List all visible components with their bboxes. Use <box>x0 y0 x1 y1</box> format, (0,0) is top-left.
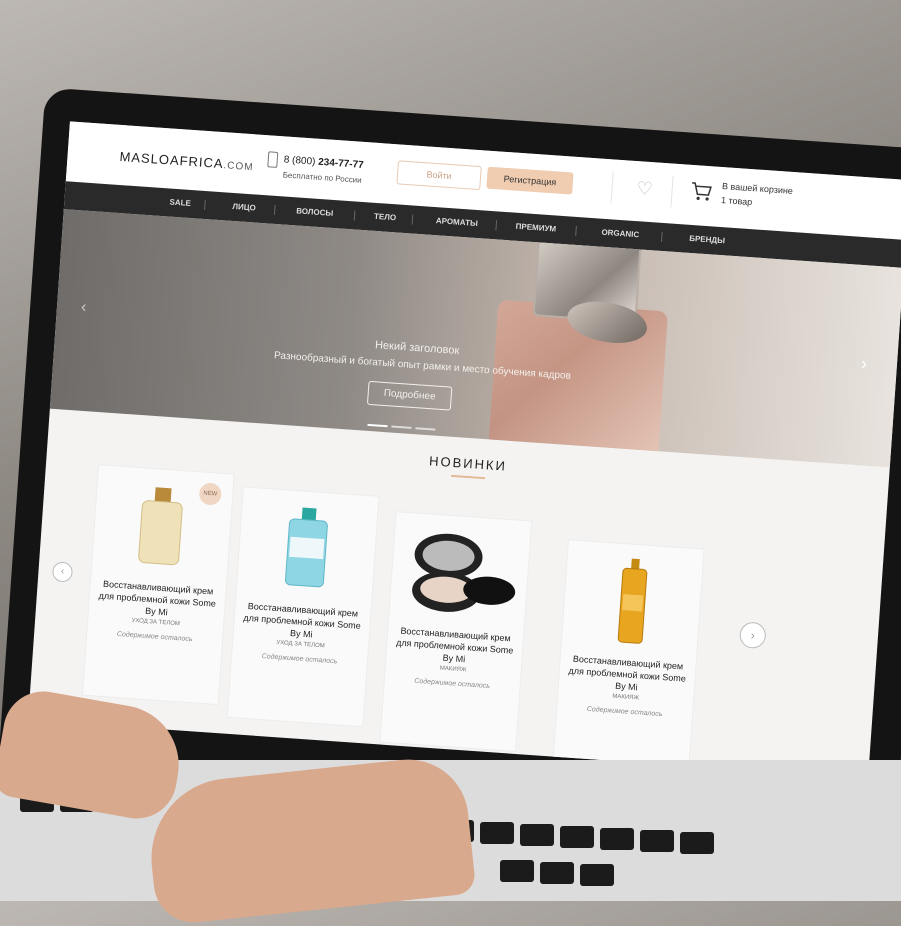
carousel-next-button[interactable]: › <box>738 621 767 650</box>
product-card[interactable]: NEW Восстанавливающий крем для проблемно… <box>81 464 235 706</box>
keyboard-key <box>480 822 514 844</box>
browser-screen: MASLOAFRICA.COM 8 (800) 234-77-77 Беспла… <box>28 121 901 779</box>
keyboard-key <box>520 824 554 846</box>
hero-dot[interactable] <box>391 425 412 429</box>
product-name[interactable]: Восстанавливающий крем для проблемной ко… <box>565 652 690 696</box>
nav-item-premium[interactable]: ПРЕМИУМ <box>515 213 557 244</box>
product-stock: Содержимое осталось <box>116 630 193 644</box>
hero-perfume-image <box>488 230 673 462</box>
product-stock: Содержимое осталось <box>414 677 491 691</box>
product-card[interactable]: Восстанавливающий крем для проблемной ко… <box>379 511 533 753</box>
cart-label[interactable]: В вашей корзине <box>722 181 794 196</box>
hero-dot[interactable] <box>367 423 388 428</box>
site-logo[interactable]: MASLOAFRICA.COM <box>119 149 254 173</box>
keyboard-key <box>680 832 714 854</box>
product-name[interactable]: Восстанавливающий крем для проблемной ко… <box>392 624 517 668</box>
register-button[interactable]: Регистрация <box>486 166 574 195</box>
nav-separator <box>204 199 206 211</box>
nav-separator <box>411 214 414 225</box>
nav-separator <box>353 210 356 221</box>
hero-more-button[interactable]: Подробнее <box>366 380 453 411</box>
login-button[interactable]: Войти <box>396 160 482 191</box>
hero-pagination <box>367 413 440 436</box>
keyboard-key <box>500 860 534 882</box>
hero-dot[interactable] <box>415 427 436 431</box>
nav-separator <box>575 225 577 236</box>
nav-item-face[interactable]: ЛИЦО <box>231 193 256 223</box>
product-stock: Содержимое осталось <box>261 653 338 666</box>
keyboard-key <box>600 828 634 850</box>
phone-number[interactable]: 8 (800) 234-77-77 <box>283 154 364 171</box>
logo-suffix: .COM <box>223 160 254 174</box>
product-stock: Содержимое осталось <box>586 705 663 719</box>
nav-separator <box>495 220 498 231</box>
logo-main: MASLOAFRICA <box>119 148 225 172</box>
phone-digits: 234-77-77 <box>317 156 365 171</box>
header-divider <box>610 171 614 204</box>
hero-next-arrow-icon[interactable]: › <box>860 353 867 374</box>
section-title-underline <box>451 474 486 480</box>
keyboard-key <box>640 830 674 852</box>
product-image-compact-powder <box>412 533 516 612</box>
keyboard-key <box>540 862 574 884</box>
nav-item-brands[interactable]: БРЕНДЫ <box>688 225 726 255</box>
product-image-gold-bottle <box>617 558 648 644</box>
keyboard-key <box>580 864 614 886</box>
nav-item-body[interactable]: ТЕЛО <box>373 203 397 232</box>
phone-prefix: 8 (800) <box>283 154 319 168</box>
carousel-prev-button[interactable]: ‹ <box>51 561 74 583</box>
nav-separator <box>660 231 663 242</box>
phone-icon <box>267 151 279 168</box>
product-name[interactable]: Восстанавливающий крем для проблемной ко… <box>95 577 220 621</box>
nav-separator <box>273 204 276 215</box>
header-divider <box>670 175 674 208</box>
product-name[interactable]: Восстанавливающий крем для проблемной ко… <box>240 600 365 644</box>
nav-item-hair[interactable]: ВОЛОСЫ <box>295 197 334 228</box>
product-card[interactable]: Восстанавливающий крем для проблемной ко… <box>226 486 380 728</box>
nav-item-sale[interactable]: SALE <box>169 189 192 218</box>
nav-item-organic[interactable]: ORGANIC <box>601 219 641 250</box>
phone-subtitle: Бесплатно по России <box>282 170 362 185</box>
nav-item-aromas[interactable]: АРОМАТЫ <box>435 207 479 238</box>
favorites-heart-icon[interactable]: ♡ <box>636 178 657 199</box>
product-image-micellar-bottle <box>285 507 328 588</box>
cart-count[interactable]: 1 товар <box>721 195 753 207</box>
hero-title: Некий заголовок <box>374 339 460 358</box>
cart-icon[interactable] <box>690 181 713 202</box>
keyboard-key <box>560 826 594 848</box>
hero-prev-arrow-icon[interactable]: ‹ <box>80 299 87 317</box>
product-card[interactable]: Восстанавливающий крем для проблемной ко… <box>551 539 705 779</box>
